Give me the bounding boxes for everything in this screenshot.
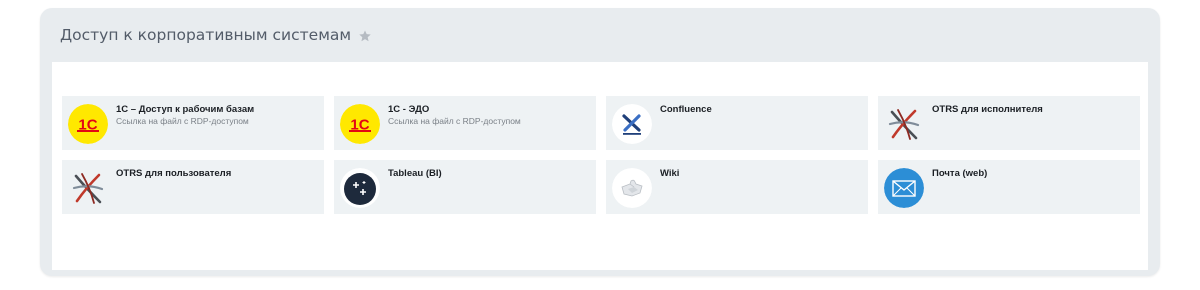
tile-webmail[interactable]: Почта (web): [878, 160, 1140, 214]
tile-name: OTRS для исполнителя: [932, 104, 1043, 115]
panel-header: Доступ к корпоративным системам: [40, 8, 1160, 62]
tableau-logo-icon: [340, 168, 380, 208]
otrs-logo-icon: [68, 168, 108, 208]
section-title: Доступ к корпоративным системам: [60, 26, 352, 44]
tile-name: Confluence: [660, 104, 712, 115]
star-icon[interactable]: [358, 29, 372, 43]
tile-name: 1С - ЭДО: [388, 104, 430, 115]
tile-tableau[interactable]: Tableau (BI): [334, 160, 596, 214]
tile-otrs-customer[interactable]: OTRS для пользователя: [62, 160, 324, 214]
mail-envelope-icon: [884, 168, 924, 208]
tile-name: Почта (web): [932, 168, 988, 179]
tile-description: Ссылка на файл с RDP-доступом: [116, 116, 249, 126]
tile-1c-edo[interactable]: 1С 1С - ЭДО Ссылка на файл с RDP-доступо…: [334, 96, 596, 150]
tile-name: 1С – Доступ к рабочим базам: [116, 104, 255, 115]
tile-name: Wiki: [660, 168, 680, 179]
tile-name: OTRS для пользователя: [116, 168, 232, 179]
panel-body: 1С 1С – Доступ к рабочим базам Ссылка на…: [52, 62, 1148, 270]
tile-confluence[interactable]: Confluence: [606, 96, 868, 150]
onec-logo-icon: 1С: [340, 104, 380, 144]
onec-logo-icon: 1С: [68, 104, 108, 144]
tile-name: Tableau (BI): [388, 168, 442, 179]
tile-1c-work-bases[interactable]: 1С 1С – Доступ к рабочим базам Ссылка на…: [62, 96, 324, 150]
tile-otrs-agent[interactable]: OTRS для исполнителя: [878, 96, 1140, 150]
wiki-puzzle-icon: [612, 168, 652, 208]
tile-wiki[interactable]: Wiki: [606, 160, 868, 214]
tile-description: Ссылка на файл с RDP-доступом: [388, 116, 521, 126]
confluence-logo-icon: [612, 104, 652, 144]
otrs-logo-icon: [884, 104, 924, 144]
corporate-systems-panel: Доступ к корпоративным системам 1С 1С – …: [40, 8, 1160, 276]
